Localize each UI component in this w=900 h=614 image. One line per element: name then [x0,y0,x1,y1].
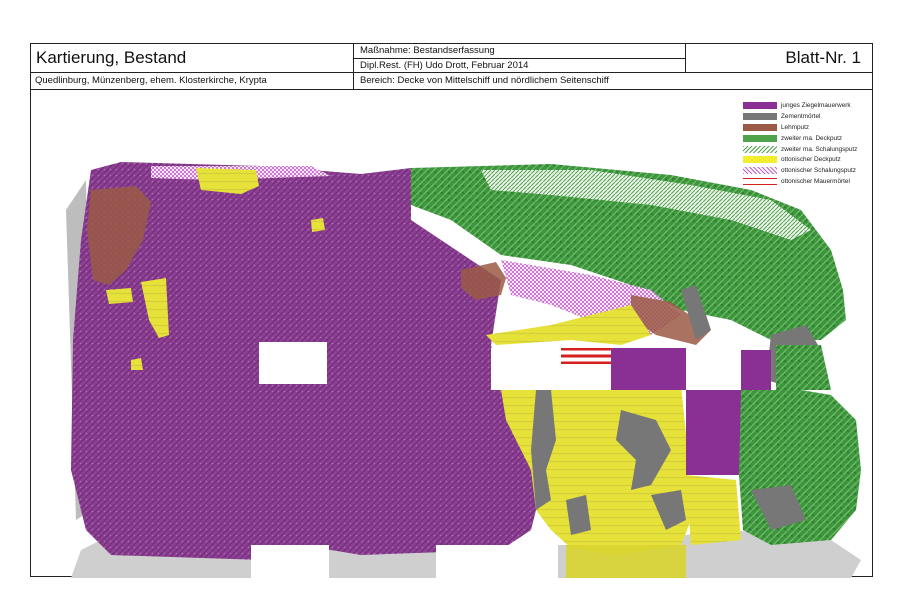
brick-block-right-1 [611,348,686,390]
area-label: Bereich: Decke von Mittelschiff und nörd… [360,75,609,86]
opening-left [259,342,327,384]
opening-bottom-center [436,545,558,578]
green-area-lower-right [739,390,861,545]
legend-label: Lehmputz [781,123,810,131]
opening-bottom-left [251,545,329,578]
mortar-lines [561,348,611,364]
green-area-right-edge [776,345,831,390]
legend-item: ottonischer Schalungsputz [743,165,869,176]
yellow-area-right [686,475,741,545]
drawing-sheet: Kartierung, Bestand Quedlinburg, Münzenb… [30,43,873,578]
yellow-patch-small-2 [131,358,143,370]
legend-label: junges Ziegelmauerwerk [781,101,851,109]
opening-center [491,348,563,390]
brick-block-right-3 [741,350,771,390]
legend-label: ottonischer Mauermörtel [781,178,850,186]
legend-label: zweiter ma. Deckputz [781,134,843,142]
legend-label: ottonischer Schalungsputz [781,167,856,175]
title-block: Kartierung, Bestand Quedlinburg, Münzenb… [31,44,873,90]
sheet-title: Kartierung, Bestand [31,44,354,73]
sheet-number: Blatt-Nr. 1 [686,44,873,73]
legend-swatch [743,112,777,120]
brick-block-right-2 [686,390,741,475]
legend-swatch [743,156,777,164]
legend-swatch [743,101,777,109]
opening-right [686,348,738,390]
legend-item: zweiter ma. Schalungsputz [743,144,869,155]
map-legend: junges Ziegelmauerwerk Zementmörtel Lehm… [743,100,869,187]
yellow-patch-left-2 [106,288,133,304]
legend-swatch [743,167,777,175]
yellow-strip-bottom [566,545,686,578]
legend-swatch [743,134,777,142]
legend-item: zweiter ma. Deckputz [743,133,869,144]
legend-item: junges Ziegelmauerwerk [743,100,869,111]
legend-label: Zementmörtel [781,112,821,120]
legend-item: Lehmputz [743,122,869,133]
legend-label: zweiter ma. Schalungsputz [781,145,858,153]
legend-item: ottonischer Deckputz [743,154,869,165]
legend-item: Zementmörtel [743,111,869,122]
legend-label: ottonischer Deckputz [781,156,841,164]
legend-item: ottonischer Mauermörtel [743,176,869,187]
legend-swatch [743,145,777,153]
location-label: Quedlinburg, Münzenberg, ehem. Klosterki… [31,73,354,89]
measure-label: Maßnahme: Bestandserfassung [354,44,686,59]
yellow-patch-top [196,168,259,194]
yellow-patch-small-1 [311,218,325,232]
author-label: Dipl.Rest. (FH) Udo Drott, Februar 2014 [354,59,686,73]
legend-swatch [743,178,777,186]
legend-swatch [743,123,777,131]
